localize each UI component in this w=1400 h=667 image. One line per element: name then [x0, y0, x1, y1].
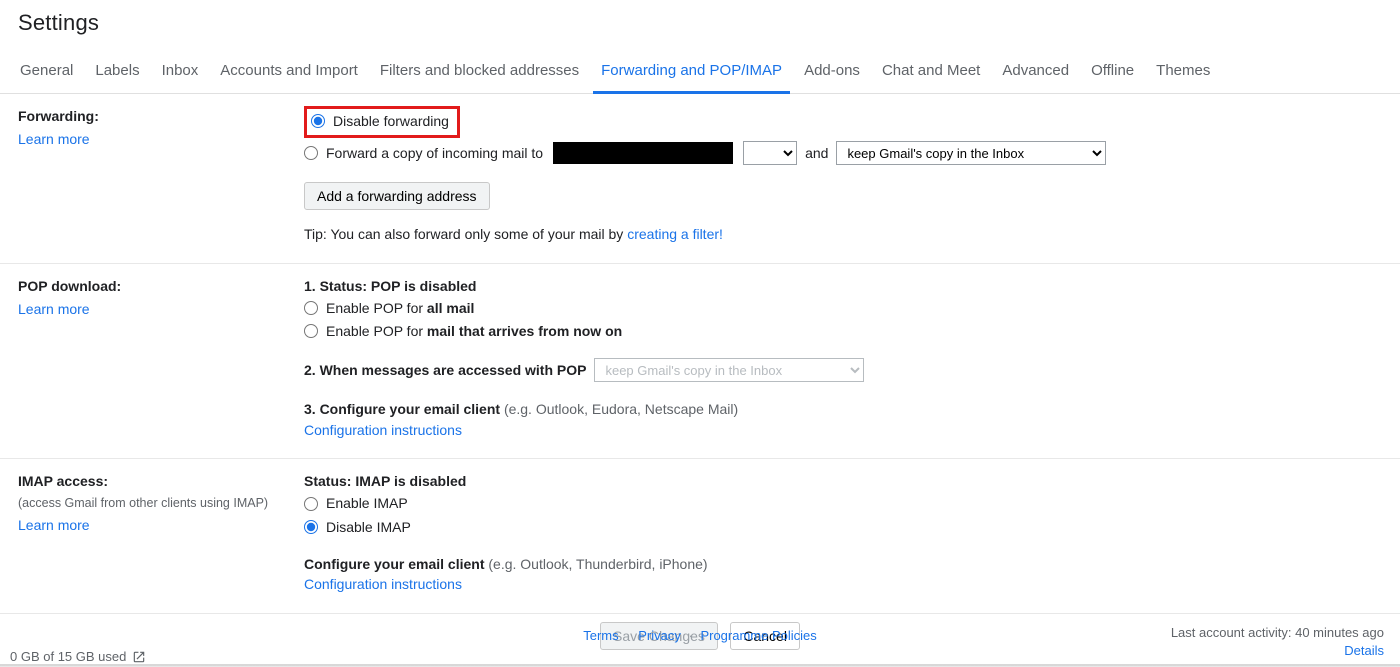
forward-copy-prefix: Forward a copy of incoming mail to — [326, 143, 543, 163]
page-title: Settings — [0, 0, 1400, 48]
imap-status: Status: IMAP is disabled — [304, 471, 466, 491]
imap-disable-radio[interactable] — [304, 520, 318, 534]
tab-offline[interactable]: Offline — [1089, 52, 1136, 93]
pop-enable-all-label: Enable POP for all mail — [326, 298, 474, 318]
imap-configure-label: Configure your email client — [304, 556, 488, 572]
pop-configure-note: (e.g. Outlook, Eudora, Netscape Mail) — [504, 401, 738, 417]
last-account-activity: Last account activity: 40 minutes ago — [1171, 624, 1384, 642]
terms-link[interactable]: Terms — [583, 628, 618, 643]
imap-enable-label: Enable IMAP — [326, 493, 408, 513]
imap-config-instructions-link[interactable]: Configuration instructions — [304, 576, 462, 592]
privacy-link[interactable]: Privacy — [638, 628, 681, 643]
forward-address-select[interactable] — [743, 141, 797, 165]
tab-advanced[interactable]: Advanced — [1000, 52, 1071, 93]
tab-add-ons[interactable]: Add-ons — [802, 52, 862, 93]
forwarding-forward-copy-radio[interactable] — [304, 146, 318, 160]
imap-access-label: IMAP access: — [18, 471, 294, 492]
pop-action-select: keep Gmail's copy in the Inbox — [594, 358, 864, 382]
pop-learn-more-link[interactable]: Learn more — [18, 301, 90, 317]
keep-copy-select[interactable]: keep Gmail's copy in the Inbox — [836, 141, 1106, 165]
tab-general[interactable]: General — [18, 52, 75, 93]
imap-access-sub: (access Gmail from other clients using I… — [18, 494, 294, 513]
imap-enable-radio[interactable] — [304, 497, 318, 511]
forwarding-disable-label: Disable forwarding — [333, 111, 449, 131]
forwarding-section: Forwarding: Learn more Disable forwardin… — [0, 94, 1400, 264]
storage-used: 0 GB of 15 GB used — [10, 649, 126, 664]
imap-access-section: IMAP access: (access Gmail from other cl… — [0, 459, 1400, 613]
pop-configure-label: 3. Configure your email client — [304, 401, 504, 417]
pop-enable-all-radio[interactable] — [304, 301, 318, 315]
forwarding-learn-more-link[interactable]: Learn more — [18, 131, 90, 147]
tab-inbox[interactable]: Inbox — [160, 52, 201, 93]
imap-learn-more-link[interactable]: Learn more — [18, 517, 90, 533]
disable-forwarding-highlight: Disable forwarding — [304, 106, 460, 138]
forward-address-redacted — [553, 142, 733, 164]
pop-download-label: POP download: — [18, 276, 294, 297]
and-text: and — [805, 143, 828, 163]
pop-download-section: POP download: Learn more 1. Status: POP … — [0, 264, 1400, 459]
pop-enable-from-now-radio[interactable] — [304, 324, 318, 338]
pop-enable-from-now-label: Enable POP for mail that arrives from no… — [326, 321, 622, 341]
add-forwarding-address-button[interactable]: Add a forwarding address — [304, 182, 490, 210]
forwarding-disable-radio[interactable] — [311, 114, 325, 128]
pop-config-instructions-link[interactable]: Configuration instructions — [304, 422, 462, 438]
imap-configure-note: (e.g. Outlook, Thunderbird, iPhone) — [488, 556, 707, 572]
settings-content: Forwarding: Learn more Disable forwardin… — [0, 94, 1400, 664]
forwarding-label: Forwarding: — [18, 106, 294, 127]
pop-status: 1. Status: POP is disabled — [304, 276, 476, 296]
pop-when-accessed-label: 2. When messages are accessed with POP — [304, 360, 586, 380]
open-in-new-icon[interactable] — [132, 650, 146, 664]
forwarding-tip: Tip: You can also forward only some of y… — [304, 224, 1382, 244]
tab-chat-and-meet[interactable]: Chat and Meet — [880, 52, 982, 93]
tip-prefix: Tip: You can also forward only some of y… — [304, 226, 627, 242]
creating-a-filter-link[interactable]: creating a filter! — [627, 226, 723, 242]
tab-accounts-and-import[interactable]: Accounts and Import — [218, 52, 360, 93]
details-link[interactable]: Details — [1344, 643, 1384, 658]
tab-themes[interactable]: Themes — [1154, 52, 1212, 93]
tab-filters-and-blocked-addresses[interactable]: Filters and blocked addresses — [378, 52, 581, 93]
programme-policies-link[interactable]: Programme Policies — [700, 628, 816, 643]
footer: Terms · Privacy · Programme Policies Las… — [0, 616, 1400, 666]
settings-tabs: General Labels Inbox Accounts and Import… — [0, 48, 1400, 94]
tab-forwarding-pop-imap[interactable]: Forwarding and POP/IMAP — [599, 52, 784, 93]
imap-disable-label: Disable IMAP — [326, 517, 411, 537]
tab-labels[interactable]: Labels — [93, 52, 141, 93]
